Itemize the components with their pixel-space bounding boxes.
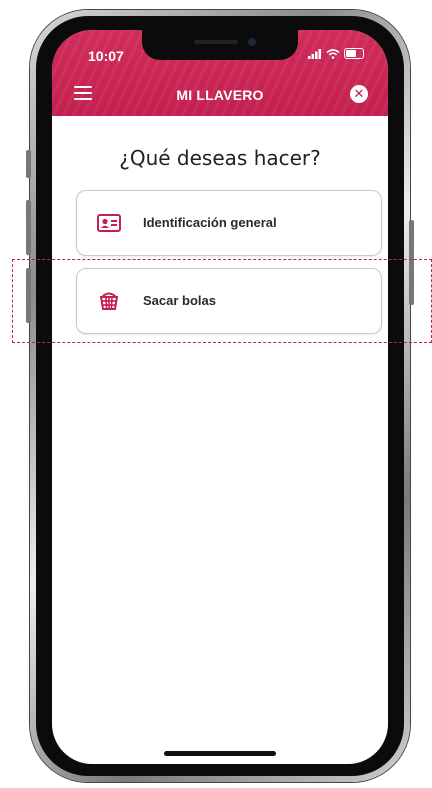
volume-up-button [26, 200, 31, 255]
app-screen: 10:07 MI LLAVERO ✕ ¿Qué deseas hacer? Id… [52, 30, 388, 764]
speaker [194, 40, 238, 44]
status-time: 10:07 [88, 48, 124, 64]
signal-icon [308, 48, 321, 59]
id-card-icon [97, 214, 121, 232]
option-label: Sacar bolas [143, 293, 216, 308]
app-header: 10:07 MI LLAVERO ✕ [52, 30, 388, 116]
question-heading: ¿Qué deseas hacer? [119, 146, 321, 170]
battery-icon [344, 48, 364, 59]
power-button [409, 220, 414, 305]
option-sacar-bolas[interactable]: Sacar bolas [76, 268, 382, 334]
status-icons [308, 48, 364, 59]
option-identificacion-general[interactable]: Identificación general [76, 190, 382, 256]
notch [142, 30, 298, 60]
ball-basket-icon [99, 292, 119, 310]
page-title: MI LLAVERO [176, 87, 264, 103]
mute-switch [26, 150, 31, 178]
close-icon[interactable]: ✕ [350, 85, 368, 103]
home-indicator[interactable] [164, 751, 276, 756]
wifi-icon [326, 48, 340, 59]
volume-down-button [26, 268, 31, 323]
camera [248, 38, 256, 46]
option-label: Identificación general [143, 215, 277, 230]
